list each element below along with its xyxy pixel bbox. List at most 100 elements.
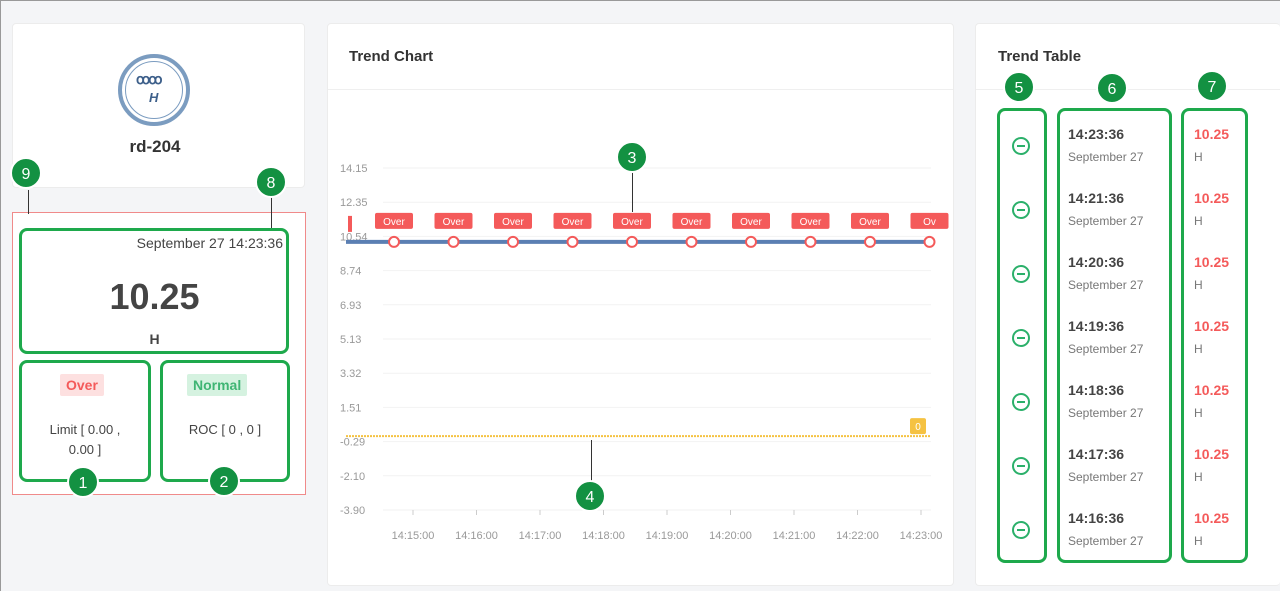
x-tick-label: 14:19:00: [646, 530, 689, 542]
current-datetime: September 27 14:23:36: [136, 235, 283, 251]
row-time: 14:20:36: [1068, 254, 1125, 270]
value-column: [1181, 108, 1248, 563]
chart-header-divider: [328, 89, 953, 90]
y-tick-label: 1.51: [340, 402, 361, 414]
row-unit: H: [1194, 214, 1203, 228]
x-tick-label: 14:21:00: [773, 530, 816, 542]
row-date: September 27: [1068, 278, 1144, 292]
y-tick-label: 14.15: [340, 163, 368, 175]
trend-chart[interactable]: 14.1512.3510.548.746.935.133.321.51-0.29…: [328, 140, 953, 560]
y-tick-label: -2.10: [340, 471, 365, 483]
value-data-point: [507, 235, 519, 248]
over-label: Over: [800, 217, 822, 228]
current-unit: H: [149, 331, 160, 347]
row-time: 14:18:36: [1068, 382, 1125, 398]
value-data-point: [804, 235, 817, 248]
row-unit: H: [1194, 150, 1203, 164]
row-value: 10.25: [1194, 382, 1230, 398]
minus-circle-icon[interactable]: [1012, 329, 1030, 347]
y-tick-label: -0.29: [340, 437, 365, 449]
row-value: 10.25: [1194, 190, 1230, 206]
value-data-point: [745, 235, 757, 248]
x-tick-label: 14:17:00: [519, 530, 562, 542]
callout-badge-3: 3: [616, 141, 648, 173]
minus-circle-icon[interactable]: [1012, 137, 1030, 155]
row-time: 14:21:36: [1068, 190, 1125, 206]
callout-badge-2: 2: [208, 465, 240, 497]
minus-circle-icon[interactable]: [1012, 521, 1030, 539]
over-label: Over: [621, 217, 643, 228]
y-tick-label: 8.74: [340, 266, 361, 278]
row-unit: H: [1194, 406, 1203, 420]
callout-line-8: [271, 196, 272, 228]
x-tick-label: 14:23:00: [900, 530, 943, 542]
row-value: 10.25: [1194, 510, 1230, 526]
callout-badge-4: 4: [574, 480, 606, 512]
callout-badge-1: 1: [67, 466, 99, 498]
callout-line-3: [632, 172, 633, 212]
over-label: Over: [562, 217, 584, 228]
callout-badge-5: 5: [1003, 71, 1035, 103]
over-label: Ov: [923, 217, 936, 228]
x-tick-label: 14:16:00: [455, 530, 498, 542]
x-tick-label: 14:18:00: [582, 530, 625, 542]
minus-circle-icon[interactable]: [1012, 265, 1030, 283]
callout-line-4: [591, 440, 592, 485]
limit-range-text: Limit [ 0.00 , 0.00 ]: [49, 422, 121, 457]
callout-badge-9: 9: [10, 157, 42, 189]
table-title: Trend Table: [998, 48, 1082, 65]
callout-line-9: [28, 190, 29, 214]
y-tick-label: 5.13: [340, 334, 361, 346]
row-value: 10.25: [1194, 318, 1230, 334]
row-unit: H: [1194, 342, 1203, 356]
value-data-point: [388, 235, 400, 248]
y-tick-label: -3.90: [340, 505, 365, 517]
row-date: September 27: [1068, 534, 1144, 548]
x-tick-label: 14:22:00: [836, 530, 879, 542]
minus-circle-icon[interactable]: [1012, 393, 1030, 411]
inductor-icon: ꝏꝏ H: [118, 54, 190, 126]
limit-status-badge: Over: [60, 374, 104, 396]
over-label: Over: [859, 217, 881, 228]
roc-range-text: ROC [ 0 , 0 ]: [188, 422, 262, 437]
roc-series-end-label: 0: [915, 422, 921, 433]
row-value: 10.25: [1194, 254, 1230, 270]
value-data-point: [864, 235, 876, 248]
minus-circle-icon[interactable]: [1012, 201, 1030, 219]
row-value: 10.25: [1194, 126, 1230, 142]
x-tick-label: 14:15:00: [392, 530, 435, 542]
row-value: 10.25: [1194, 446, 1230, 462]
value-data-point: [566, 235, 579, 248]
callout-badge-7: 7: [1196, 70, 1228, 102]
callout-badge-6: 6: [1096, 72, 1128, 104]
row-time: 14:23:36: [1068, 126, 1125, 142]
x-tick-label: 14:20:00: [709, 530, 752, 542]
row-date: September 27: [1068, 342, 1144, 356]
y-tick-label: 12.35: [340, 197, 368, 209]
row-date: September 27: [1068, 406, 1144, 420]
value-data-point: [923, 235, 936, 248]
over-label: Over: [740, 217, 762, 228]
value-data-point: [685, 235, 698, 248]
row-time: 14:19:36: [1068, 318, 1125, 334]
over-label: Over: [383, 217, 405, 228]
y-tick-label: 6.93: [340, 300, 361, 312]
value-data-point: [626, 235, 638, 248]
timestamp-column: [1057, 108, 1172, 563]
y-tick-label: 3.32: [340, 368, 361, 380]
row-unit: H: [1194, 278, 1203, 292]
over-label: Over: [681, 217, 703, 228]
callout-badge-8: 8: [255, 166, 287, 198]
row-date: September 27: [1068, 214, 1144, 228]
minus-circle-icon[interactable]: [1012, 457, 1030, 475]
row-date: September 27: [1068, 150, 1144, 164]
row-unit: H: [1194, 534, 1203, 548]
over-label: Over: [443, 217, 465, 228]
row-date: September 27: [1068, 470, 1144, 484]
row-time: 14:17:36: [1068, 446, 1125, 462]
current-value: 10.25: [109, 276, 200, 317]
row-unit: H: [1194, 470, 1203, 484]
over-label: Over: [502, 217, 524, 228]
chart-title: Trend Chart: [349, 48, 434, 65]
value-data-point: [447, 235, 460, 248]
